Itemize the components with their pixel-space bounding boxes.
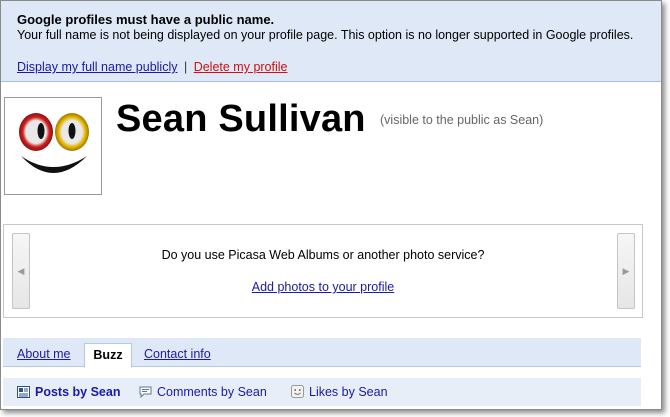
display-full-name-link[interactable]: Display my full name publicly: [17, 60, 177, 74]
buzz-subnav: Posts by Sean Comments by Sean Likes by …: [3, 378, 641, 406]
profile-tabs: About me Buzz Contact info: [3, 338, 641, 368]
right-arrow-icon: ▶: [622, 266, 630, 276]
delete-profile-link[interactable]: Delete my profile: [194, 60, 288, 74]
next-arrow-button[interactable]: ▶: [617, 233, 635, 309]
subnav-comments[interactable]: Comments by Sean: [139, 385, 267, 401]
profile-name: Sean Sullivan: [116, 98, 366, 140]
photo-service-panel: ◀ Do you use Picasa Web Albums or anothe…: [3, 224, 643, 318]
subnav-comments-label: Comments by Sean: [157, 385, 267, 399]
add-photos-row: Add photos to your profile: [4, 280, 642, 294]
comment-icon: [139, 386, 152, 401]
banner-message: Your full name is not being displayed on…: [17, 28, 634, 42]
subnav-posts[interactable]: Posts by Sean: [17, 385, 120, 401]
subnav-posts-label: Posts by Sean: [35, 385, 121, 399]
smiley-icon: [291, 385, 304, 401]
subnav-likes[interactable]: Likes by Sean: [291, 385, 388, 401]
profile-window: Google profiles must have a public name.…: [0, 0, 662, 410]
subnav-likes-label: Likes by Sean: [309, 385, 388, 399]
tab-contact-info[interactable]: Contact info: [144, 347, 211, 361]
profile-avatar[interactable]: [4, 97, 102, 195]
add-photos-link[interactable]: Add photos to your profile: [252, 280, 394, 294]
smiley-face-avatar-icon: [19, 113, 89, 173]
left-arrow-icon: ◀: [17, 266, 25, 276]
tab-about-me[interactable]: About me: [17, 347, 71, 361]
banner-separator: |: [183, 60, 188, 74]
visibility-note: (visible to the public as Sean): [380, 113, 544, 127]
previous-arrow-button[interactable]: ◀: [12, 233, 30, 309]
photo-service-question: Do you use Picasa Web Albums or another …: [161, 248, 485, 262]
posts-icon: [17, 386, 30, 401]
tab-buzz[interactable]: Buzz: [84, 343, 132, 368]
banner-title: Google profiles must have a public name.: [17, 12, 275, 27]
banner-actions: Display my full name publicly | Delete m…: [17, 60, 288, 74]
public-name-warning-banner: Google profiles must have a public name.…: [1, 1, 661, 82]
